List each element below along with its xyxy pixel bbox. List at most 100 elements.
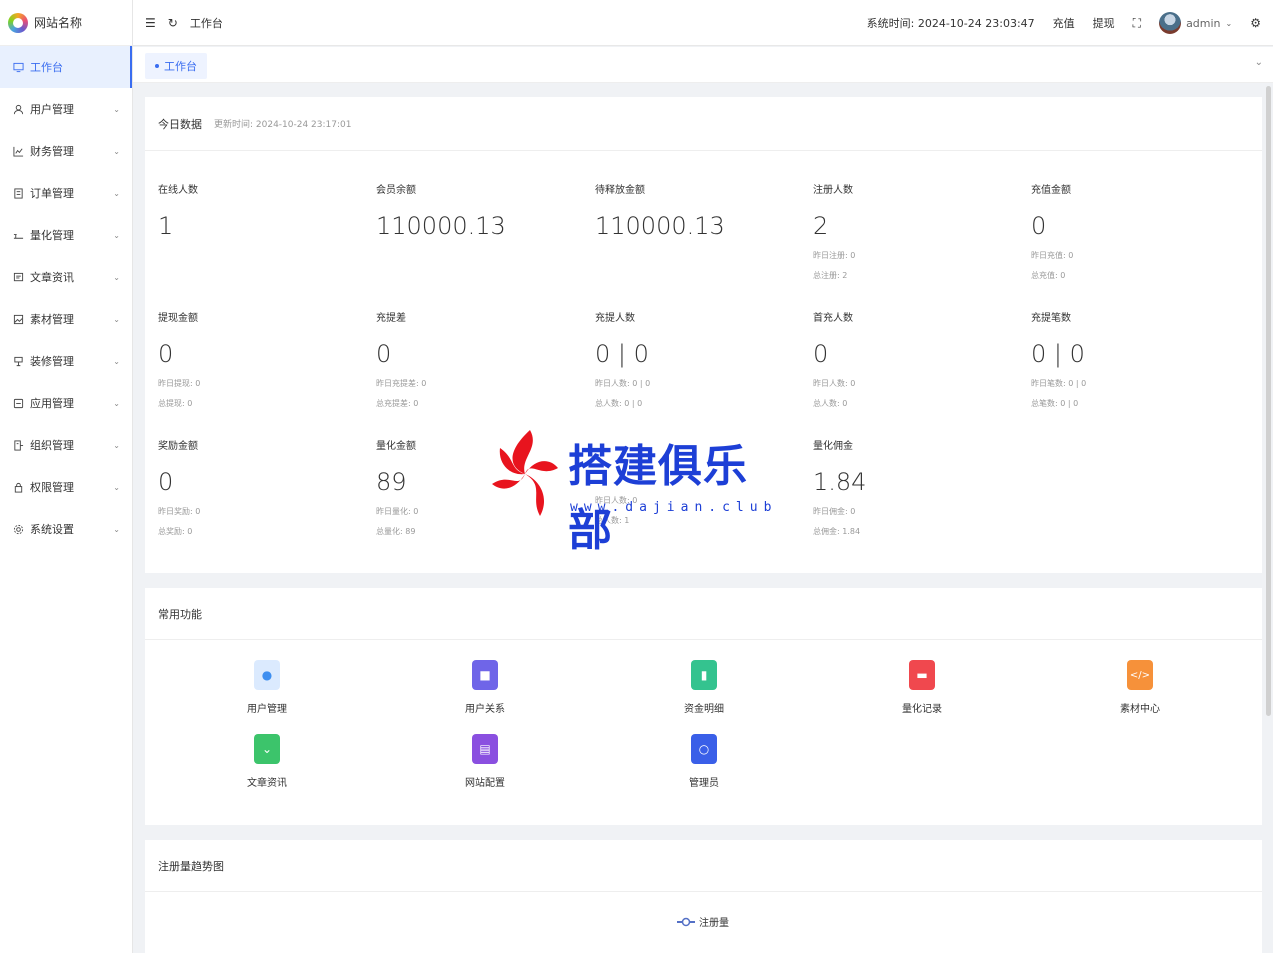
stat-value: 1 bbox=[158, 212, 174, 240]
scrollbar[interactable] bbox=[1266, 86, 1271, 716]
refresh-icon[interactable]: ↻ bbox=[168, 16, 178, 30]
stat-label: 量化金额 bbox=[376, 441, 416, 452]
func-label: 量化记录 bbox=[902, 704, 942, 715]
stat-subs: 昨日人数: 0 总人数: 1 bbox=[595, 491, 795, 531]
func-site-config[interactable]: ▤ 网站配置 bbox=[445, 734, 525, 789]
func-label: 资金明细 bbox=[684, 704, 724, 715]
stat-value: 0 bbox=[158, 468, 174, 496]
fullscreen-icon[interactable]: ⛶ bbox=[1133, 16, 1141, 31]
sidebar-item-materials[interactable]: 素材管理 ⌄ bbox=[0, 298, 132, 340]
stat-label: 充提笔数 bbox=[1031, 313, 1071, 324]
sidebar-item-quant[interactable]: 量化管理 ⌄ bbox=[0, 214, 132, 256]
stat-online: 在线人数 1 bbox=[158, 181, 358, 240]
stat-withdraw-amount: 提现金额 0 昨日提现: 0 总提现: 0 bbox=[158, 309, 358, 414]
stat-subs: 昨日提现: 0 总提现: 0 bbox=[158, 374, 358, 414]
stat-value: 0 bbox=[158, 340, 174, 368]
sidebar-item-label: 应用管理 bbox=[30, 397, 74, 410]
func-articles[interactable]: ⌄ 文章资讯 bbox=[227, 734, 307, 789]
func-quant-records[interactable]: ▬ 量化记录 bbox=[882, 660, 962, 715]
stat-sub-total: 总笔数: 0 | 0 bbox=[1031, 399, 1079, 408]
stat-subs: 昨日注册: 0 总注册: 2 bbox=[813, 246, 1013, 286]
stat-pending-release: 待释放金额 110000.13 bbox=[595, 181, 795, 240]
today-data-card: 今日数据 更新时间: 2024-10-24 23:17:01 在线人数 1 会员… bbox=[145, 97, 1262, 573]
sidebar-item-apps[interactable]: 应用管理 ⌄ bbox=[0, 382, 132, 424]
user-menu[interactable]: admin ⌄ bbox=[1159, 12, 1232, 34]
func-material-center[interactable]: </> 素材中心 bbox=[1100, 660, 1180, 715]
stat-subs: 昨日佣金: 0 总佣金: 1.84 bbox=[813, 502, 1013, 542]
sidebar-item-label: 系统设置 bbox=[30, 523, 74, 536]
chevron-down-icon: ⌄ bbox=[113, 524, 120, 534]
admin-icon: ○ bbox=[691, 734, 717, 764]
stat-sub-total: 总充值: 0 bbox=[1031, 271, 1066, 280]
stat-sub-yesterday: 昨日充提差: 0 bbox=[376, 379, 427, 388]
stat-recharge-withdraw-users: 充提人数 0 | 0 昨日人数: 0 | 0 总人数: 0 | 0 bbox=[595, 309, 795, 414]
sidebar-item-label: 文章资讯 bbox=[30, 271, 74, 284]
stat-sub-yesterday: 昨日注册: 0 bbox=[813, 251, 856, 260]
tabs-dropdown-icon[interactable]: ⌄ bbox=[1255, 57, 1263, 68]
sidebar-item-articles[interactable]: 文章资讯 ⌄ bbox=[0, 256, 132, 298]
stat-first-recharge: 首充人数 0 昨日人数: 0 总人数: 0 bbox=[813, 309, 1013, 414]
sidebar-menu: 工作台 用户管理 ⌄ 财务管理 ⌄ 订单管理 ⌄ 量化管理 ⌄ 文章资讯 ⌄ 素… bbox=[0, 46, 132, 550]
func-label: 管理员 bbox=[689, 778, 719, 789]
chevron-down-icon: ⌄ bbox=[113, 314, 120, 324]
stat-value: 2 bbox=[813, 212, 829, 240]
stat-label: 充提差 bbox=[376, 313, 406, 324]
stat-sub-yesterday: 昨日奖励: 0 bbox=[158, 507, 201, 516]
tab-workbench[interactable]: 工作台 bbox=[145, 53, 207, 79]
sidebar-item-permissions[interactable]: 权限管理 ⌄ bbox=[0, 466, 132, 508]
stat-value: 0 | 0 bbox=[1031, 340, 1085, 368]
sidebar-item-label: 装修管理 bbox=[30, 355, 74, 368]
stat-member-balance: 会员余额 110000.13 bbox=[376, 181, 576, 240]
func-label: 素材中心 bbox=[1120, 704, 1160, 715]
avatar bbox=[1159, 12, 1182, 34]
update-time: 更新时间: 2024-10-24 23:17:01 bbox=[214, 120, 352, 130]
stat-sub-yesterday: 昨日人数: 0 bbox=[595, 496, 638, 505]
header-right: 系统时间: 2024-10-24 23:03:47 充值 提现 ⛶ admin … bbox=[867, 0, 1261, 46]
card-title: 常用功能 bbox=[158, 607, 202, 621]
stat-sub-total: 总量化: 89 bbox=[376, 527, 416, 536]
func-user-management[interactable]: ● 用户管理 bbox=[227, 660, 307, 715]
stat-subs: 昨日充值: 0 总充值: 0 bbox=[1031, 246, 1231, 286]
card-header: 今日数据 更新时间: 2024-10-24 23:17:01 bbox=[145, 97, 1262, 151]
stat-sub-total: 总人数: 0 | 0 bbox=[595, 399, 643, 408]
stat-subs: 昨日笔数: 0 | 0 总笔数: 0 | 0 bbox=[1031, 374, 1231, 414]
settings-gear-icon[interactable]: ⚙ bbox=[1250, 16, 1261, 30]
common-functions-card: 常用功能 ● 用户管理 ■ 用户关系 ▮ 资金明细 ▬ 量化记录 </> 素材中… bbox=[145, 588, 1262, 825]
sidebar-item-org[interactable]: 组织管理 ⌄ bbox=[0, 424, 132, 466]
chevron-down-icon: ⌄ bbox=[113, 482, 120, 492]
image-icon bbox=[12, 313, 24, 325]
sidebar-item-users[interactable]: 用户管理 ⌄ bbox=[0, 88, 132, 130]
relation-icon: ■ bbox=[472, 660, 498, 690]
sidebar-item-decoration[interactable]: 装修管理 ⌄ bbox=[0, 340, 132, 382]
stat-sub-total: 总人数: 0 bbox=[813, 399, 848, 408]
gear-icon bbox=[12, 523, 24, 535]
sidebar-item-label: 用户管理 bbox=[30, 103, 74, 116]
sidebar-item-orders[interactable]: 订单管理 ⌄ bbox=[0, 172, 132, 214]
func-user-relations[interactable]: ■ 用户关系 bbox=[445, 660, 525, 715]
sidebar-item-settings[interactable]: 系统设置 ⌄ bbox=[0, 508, 132, 550]
stat-recharge-withdraw-count: 充提笔数 0 | 0 昨日笔数: 0 | 0 总笔数: 0 | 0 bbox=[1031, 309, 1231, 414]
recharge-link[interactable]: 充值 bbox=[1053, 15, 1075, 31]
chart-icon bbox=[12, 145, 24, 157]
sidebar-item-finance[interactable]: 财务管理 ⌄ bbox=[0, 130, 132, 172]
menu-collapse-icon[interactable]: ☰ bbox=[145, 16, 156, 30]
stat-label: 在线人数 bbox=[158, 185, 198, 196]
stat-sub-total: 总提现: 0 bbox=[158, 399, 193, 408]
chart-legend[interactable]: 注册量 bbox=[677, 914, 729, 929]
site-logo[interactable]: 网站名称 bbox=[0, 0, 132, 46]
stat-sub-total: 总充提差: 0 bbox=[376, 399, 419, 408]
stat-label: 量化佣金 bbox=[813, 441, 853, 452]
stat-subs: 昨日人数: 0 | 0 总人数: 0 | 0 bbox=[595, 374, 795, 414]
stat-sub-total: 总注册: 2 bbox=[813, 271, 848, 280]
withdraw-link[interactable]: 提现 bbox=[1093, 15, 1115, 31]
top-header: ☰ ↻ 工作台 系统时间: 2024-10-24 23:03:47 充值 提现 … bbox=[133, 0, 1273, 46]
system-time: 系统时间: 2024-10-24 23:03:47 bbox=[866, 17, 1035, 30]
stat-value: 0 | 0 bbox=[595, 340, 649, 368]
func-admins[interactable]: ○ 管理员 bbox=[664, 734, 744, 789]
func-fund-details[interactable]: ▮ 资金明细 bbox=[664, 660, 744, 715]
legend-line-icon bbox=[677, 917, 695, 926]
tab-label: 工作台 bbox=[164, 60, 197, 73]
stat-subs: 昨日量化: 0 总量化: 89 bbox=[376, 502, 576, 542]
chevron-down-icon: ⌄ bbox=[113, 356, 120, 366]
sidebar-item-workbench[interactable]: 工作台 bbox=[0, 46, 132, 88]
